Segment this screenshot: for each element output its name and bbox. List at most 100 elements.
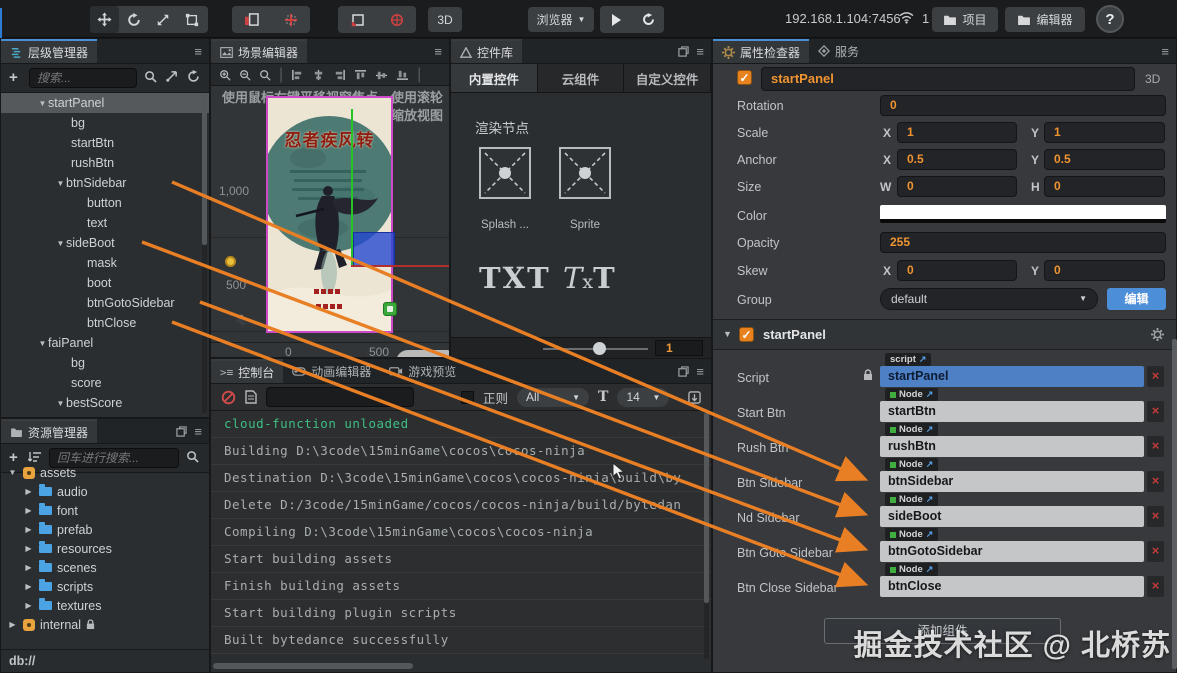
external-link-icon[interactable]: ↗ (926, 424, 934, 435)
caret-down-icon[interactable]: ▼ (37, 339, 48, 348)
tree-node-score[interactable]: score (1, 373, 209, 393)
tree-node-faipanel[interactable]: ▼ faiPanel (1, 333, 209, 353)
help-button[interactable]: ? (1096, 5, 1124, 33)
tree-node-rushbtn[interactable]: rushBtn (1, 153, 209, 173)
menu-icon[interactable]: ≡ (696, 364, 704, 379)
skew-y-field[interactable]: 0 (1044, 260, 1165, 281)
remove-ref-button[interactable]: × (1147, 366, 1164, 387)
popout-icon[interactable] (678, 45, 690, 57)
btn-goto-sidebar-ref-field[interactable]: btnGotoSidebar (880, 541, 1144, 562)
skew-x-field[interactable]: 0 (897, 260, 1017, 281)
btn-close-sidebar-ref-field[interactable]: btnClose (880, 576, 1144, 597)
scale-x-field[interactable]: 1 (897, 122, 1017, 143)
align-top-icon[interactable] (354, 69, 367, 81)
remove-ref-button[interactable]: × (1147, 436, 1164, 457)
menu-icon[interactable]: ≡ (194, 424, 202, 439)
gear-icon[interactable] (1151, 328, 1164, 341)
add-node-button[interactable]: + (9, 69, 18, 86)
caret-right-icon[interactable]: ▶ (23, 544, 34, 553)
tree-node-bg[interactable]: bg (1, 113, 209, 133)
zoom-value-field[interactable]: 1 (655, 340, 703, 356)
browser-dropdown[interactable]: 浏览器 ▼ (528, 7, 594, 32)
refresh-icon[interactable] (187, 70, 200, 83)
regex-checkbox[interactable] (461, 390, 474, 404)
align-left-icon[interactable] (291, 69, 304, 81)
size-h-field[interactable]: 0 (1044, 176, 1165, 197)
anchor-pivot-button[interactable] (232, 6, 271, 33)
tree-node-btnclose[interactable]: btnClose (1, 313, 209, 333)
rotation-field[interactable]: 0 (880, 95, 1166, 116)
size-w-field[interactable]: 0 (897, 176, 1017, 197)
remove-ref-button[interactable]: × (1147, 576, 1164, 597)
selection-rect[interactable] (353, 232, 395, 266)
btn-sidebar-ref-field[interactable]: btnSidebar (880, 471, 1144, 492)
scene-viewport[interactable]: 使用鼠标右键平移视窗焦点，使用滚轮缩放视图 (211, 86, 449, 357)
caret-down-icon[interactable]: ▼ (55, 239, 66, 248)
menu-icon[interactable]: ≡ (434, 44, 442, 59)
popout-icon[interactable] (678, 365, 690, 377)
tab-services[interactable]: 服务 (809, 39, 868, 63)
gizmo-x-axis[interactable] (351, 265, 449, 267)
external-link-icon[interactable]: ↗ (926, 389, 934, 400)
green-badge-sprite[interactable] (383, 302, 397, 316)
align-right-icon[interactable] (333, 69, 346, 81)
label-widget[interactable]: TXT (479, 261, 551, 295)
caret-right-icon[interactable]: ▶ (23, 487, 34, 496)
asset-node-scripts[interactable]: ▶ scripts (1, 577, 209, 596)
tree-node-sideboot[interactable]: ▼ sideBoot (1, 233, 209, 253)
external-link-icon[interactable]: ↗ (926, 494, 934, 505)
asset-node-resources[interactable]: ▶ resources (1, 539, 209, 558)
caret-right-icon[interactable]: ▶ (23, 525, 34, 534)
opacity-field[interactable]: 255 (880, 232, 1166, 253)
tab-game-preview[interactable]: 游戏预览 (380, 359, 465, 383)
clear-console-icon[interactable] (221, 390, 236, 405)
nd-sidebar-ref-field[interactable]: sideBoot (880, 506, 1144, 527)
tab-animation-editor[interactable]: 动画编辑器 (283, 359, 380, 383)
node-name-field[interactable]: startPanel (761, 67, 1135, 91)
asset-node-textures[interactable]: ▶ textures (1, 596, 209, 615)
tree-node-startpanel[interactable]: ▼ startPanel (1, 93, 209, 113)
color-swatch[interactable] (880, 205, 1166, 223)
anchor-y-field[interactable]: 0.5 (1044, 149, 1165, 170)
font-size-dropdown[interactable]: 14 ▼ (617, 387, 670, 407)
move-tool-button[interactable] (90, 6, 119, 33)
tab-scene-editor[interactable]: 场景编辑器 (211, 39, 308, 63)
hierarchy-search-input[interactable] (29, 68, 137, 88)
tab-widget-library[interactable]: 控件库 (451, 39, 523, 63)
caret-right-icon[interactable]: ▶ (23, 582, 34, 591)
hierarchy-scrollbar[interactable] (202, 95, 207, 413)
tree-node-btngotosidebar[interactable]: btnGotoSidebar (1, 293, 209, 313)
align-bottom-icon[interactable] (396, 69, 409, 81)
log-level-dropdown[interactable]: All ▼ (517, 387, 590, 407)
sprite-widget[interactable] (559, 147, 611, 199)
anchor-x-field[interactable]: 0.5 (897, 149, 1017, 170)
tree-node-button[interactable]: button (1, 193, 209, 213)
mode-3d-button[interactable]: 3D (428, 7, 462, 32)
rotate-tool-button[interactable] (119, 6, 148, 33)
tree-node-mask[interactable]: mask (1, 253, 209, 273)
splash-widget[interactable] (479, 147, 531, 199)
tab-custom-widgets[interactable]: 自定义控件 (624, 64, 712, 92)
tab-hierarchy[interactable]: 层级管理器 (1, 39, 98, 63)
tree-node-bg2[interactable]: bg (1, 353, 209, 373)
game-canvas[interactable]: 忍者疾风转 (266, 96, 393, 333)
grid-snap-button[interactable] (271, 6, 310, 33)
cloud-sprite[interactable] (396, 350, 449, 357)
console-scrollbar-h[interactable] (213, 663, 413, 669)
log-file-icon[interactable] (245, 390, 257, 404)
group-dropdown[interactable]: default ▼ (880, 288, 1098, 310)
group-edit-button[interactable]: 编辑 (1107, 288, 1166, 310)
external-link-icon[interactable]: ↗ (926, 459, 934, 470)
caret-down-icon[interactable]: ▼ (55, 399, 66, 408)
open-project-button[interactable]: 项目 (932, 7, 998, 32)
caret-down-icon[interactable]: ▼ (55, 179, 66, 188)
border-edit-button[interactable] (338, 6, 377, 33)
tree-node-text[interactable]: text (1, 213, 209, 233)
external-link-icon[interactable]: ↗ (919, 354, 927, 365)
remove-ref-button[interactable]: × (1147, 471, 1164, 492)
locate-node-icon[interactable] (165, 70, 178, 83)
zoom-slider-thumb[interactable] (593, 342, 606, 355)
zoom-out-icon[interactable] (239, 69, 251, 81)
remove-ref-button[interactable]: × (1147, 506, 1164, 527)
asset-node-audio[interactable]: ▶ audio (1, 482, 209, 501)
